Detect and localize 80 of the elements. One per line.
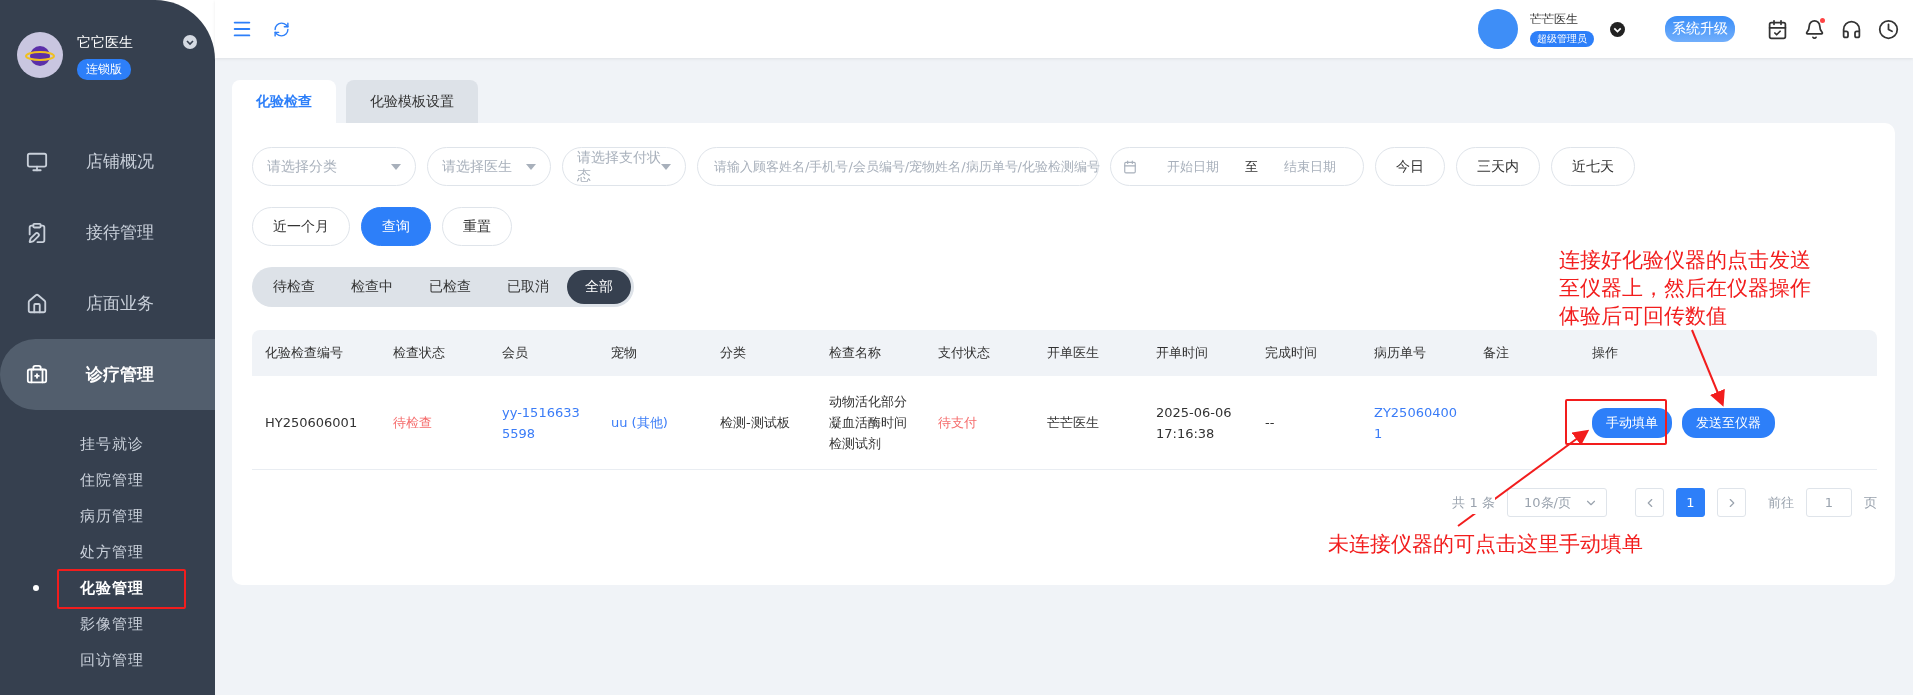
edition-badge: 连锁版	[77, 59, 131, 80]
nav-icon	[26, 221, 48, 244]
column-header: 支付状态	[937, 344, 991, 362]
link-cell[interactable]: ZY250604001	[1361, 401, 1470, 444]
action-button[interactable]: 发送至仪器	[1682, 407, 1775, 438]
column-header: 化验检查编号	[264, 344, 344, 362]
caret-icon	[526, 163, 536, 170]
active-dot	[33, 585, 39, 591]
nav-label: 店铺概况	[86, 150, 154, 173]
table-cell-text: 待检查	[392, 414, 433, 432]
column-header: 开单医生	[1046, 344, 1100, 362]
dropdown-icon[interactable]	[183, 35, 197, 49]
filter-button[interactable]: 今日	[1375, 147, 1445, 186]
column-header: 宠物	[610, 344, 638, 362]
nav-item[interactable]: 店铺概况	[0, 126, 215, 197]
query-button[interactable]: 查询	[361, 207, 431, 246]
column-header: 开单时间	[1155, 344, 1209, 362]
tab[interactable]: 化验模板设置	[346, 80, 478, 123]
clinic-name: 它它医生	[77, 34, 133, 52]
filter-button[interactable]: 近七天	[1551, 147, 1635, 186]
column-header: 检查名称	[828, 344, 882, 362]
table-cell-text: --	[1264, 414, 1276, 432]
annotation-text: 连接好化验仪器的点击发送至仪器上，然后在仪器操作体验后可回传数值	[1559, 247, 1812, 330]
column-header: 完成时间	[1264, 344, 1318, 362]
table-cell-text: 待支付	[937, 414, 978, 432]
status-option[interactable]: 已取消	[489, 270, 567, 304]
table-cell-text: 动物活化部分凝血活酶时间检测试剂	[828, 393, 908, 453]
user-avatar	[1478, 9, 1518, 49]
nav-label: 店面业务	[86, 292, 154, 315]
table-cell-text: 芒芒医生	[1046, 414, 1100, 432]
nav-item[interactable]: 店面业务	[0, 268, 215, 339]
refresh-icon[interactable]	[273, 20, 290, 38]
link-cell[interactable]: uu (其他)	[598, 412, 707, 433]
nav-subitem[interactable]: 处方管理	[0, 534, 215, 570]
column-header: 操作	[1591, 344, 1619, 362]
goto-label: 前往	[1768, 493, 1794, 512]
filter-button[interactable]: 重置	[442, 207, 512, 246]
clock-icon[interactable]	[1878, 18, 1899, 40]
page-unit: 页	[1864, 493, 1877, 512]
table-cell-text: HY250606001	[264, 414, 359, 432]
nav-icon	[26, 150, 48, 173]
status-option[interactable]: 检查中	[333, 270, 411, 304]
caret-icon	[391, 163, 401, 170]
dropdown-icon[interactable]	[1610, 21, 1625, 37]
headset-icon[interactable]	[1841, 18, 1862, 40]
filter-button[interactable]: 近一个月	[252, 207, 350, 246]
nav-icon	[26, 363, 48, 386]
caret-icon	[661, 163, 671, 170]
tab[interactable]: 化验检查	[232, 80, 336, 123]
calendar-icon	[1123, 159, 1137, 174]
nav-subitem[interactable]: 病历管理	[0, 498, 215, 534]
table-cell-text: 检测-测试板	[719, 414, 791, 432]
nav-icon	[26, 292, 48, 315]
action-button[interactable]: 手动填单	[1592, 407, 1672, 438]
nav-subitem[interactable]: 回访管理	[0, 642, 215, 678]
calendar-icon[interactable]	[1767, 18, 1788, 40]
page-button[interactable]: 1	[1676, 488, 1705, 517]
user-name: 芒芒医生	[1530, 11, 1579, 28]
nav-item[interactable]: 诊疗管理	[0, 339, 215, 410]
column-header: 备注	[1482, 344, 1510, 362]
nav-subitem[interactable]: 影像管理	[0, 606, 215, 642]
role-badge: 超级管理员	[1530, 31, 1594, 47]
column-header: 病历单号	[1373, 344, 1427, 362]
nav-subitem[interactable]: 挂号就诊	[0, 426, 215, 462]
nav-label: 诊疗管理	[86, 363, 154, 386]
nav-subitem[interactable]: 住院管理	[0, 462, 215, 498]
column-header: 分类	[719, 344, 747, 362]
status-option[interactable]: 待检查	[255, 270, 333, 304]
column-header: 会员	[501, 344, 529, 362]
annotation-text: 未连接仪器的可点击这里手动填单	[1328, 531, 1644, 558]
table-cell-text: 2025-06-06 17:16:38	[1155, 403, 1233, 443]
column-header: 检查状态	[392, 344, 446, 362]
status-option[interactable]: 已检查	[411, 270, 489, 304]
nav-item[interactable]: 接待管理	[0, 197, 215, 268]
nav-subitem[interactable]: 化验管理	[0, 570, 215, 606]
filter-button[interactable]: 三天内	[1456, 147, 1540, 186]
link-cell[interactable]: yy-15166335598	[489, 401, 598, 444]
status-option[interactable]: 全部	[567, 270, 631, 304]
nav-label: 接待管理	[86, 221, 154, 244]
bell-icon[interactable]	[1804, 18, 1825, 40]
